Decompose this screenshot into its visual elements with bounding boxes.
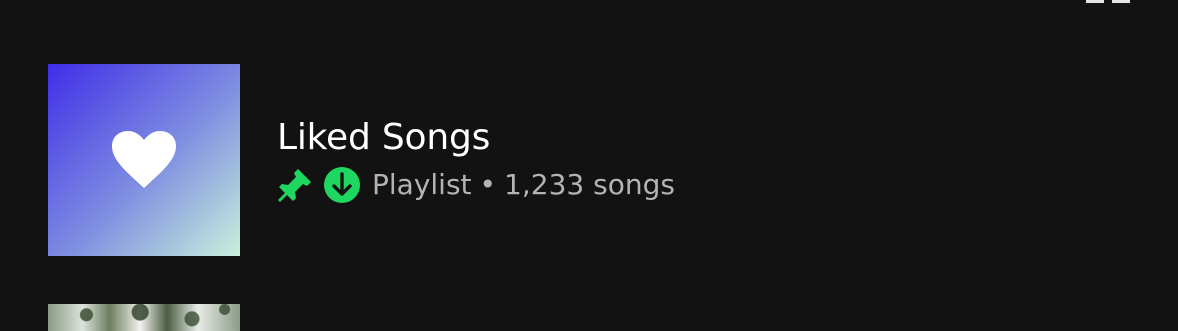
library-item-liked-songs[interactable]: Liked Songs Playlist • 1,233 songs <box>48 64 1130 256</box>
library-item-meta: Playlist • 1,233 songs <box>277 166 675 204</box>
library-item-type: Playlist <box>372 168 472 201</box>
library-item-title: Liked Songs <box>277 117 491 158</box>
grid-icon-part <box>1086 0 1104 3</box>
library-item-text: Liked Songs Playlist • 1,233 songs <box>277 116 675 204</box>
library-item-song-count: 1,233 songs <box>504 168 675 201</box>
download-icon <box>324 167 360 203</box>
pin-icon <box>278 169 311 202</box>
next-item-thumbnail[interactable] <box>48 304 240 331</box>
grid-icon[interactable] <box>1086 0 1130 4</box>
liked-songs-artwork <box>48 64 240 256</box>
library-list: Liked Songs Playlist • 1,233 songs <box>0 0 1178 331</box>
library-item-subtitle: Playlist • 1,233 songs <box>372 166 675 204</box>
grid-icon-part <box>1112 0 1130 3</box>
heart-icon <box>112 131 176 188</box>
meta-separator: • <box>479 168 497 201</box>
